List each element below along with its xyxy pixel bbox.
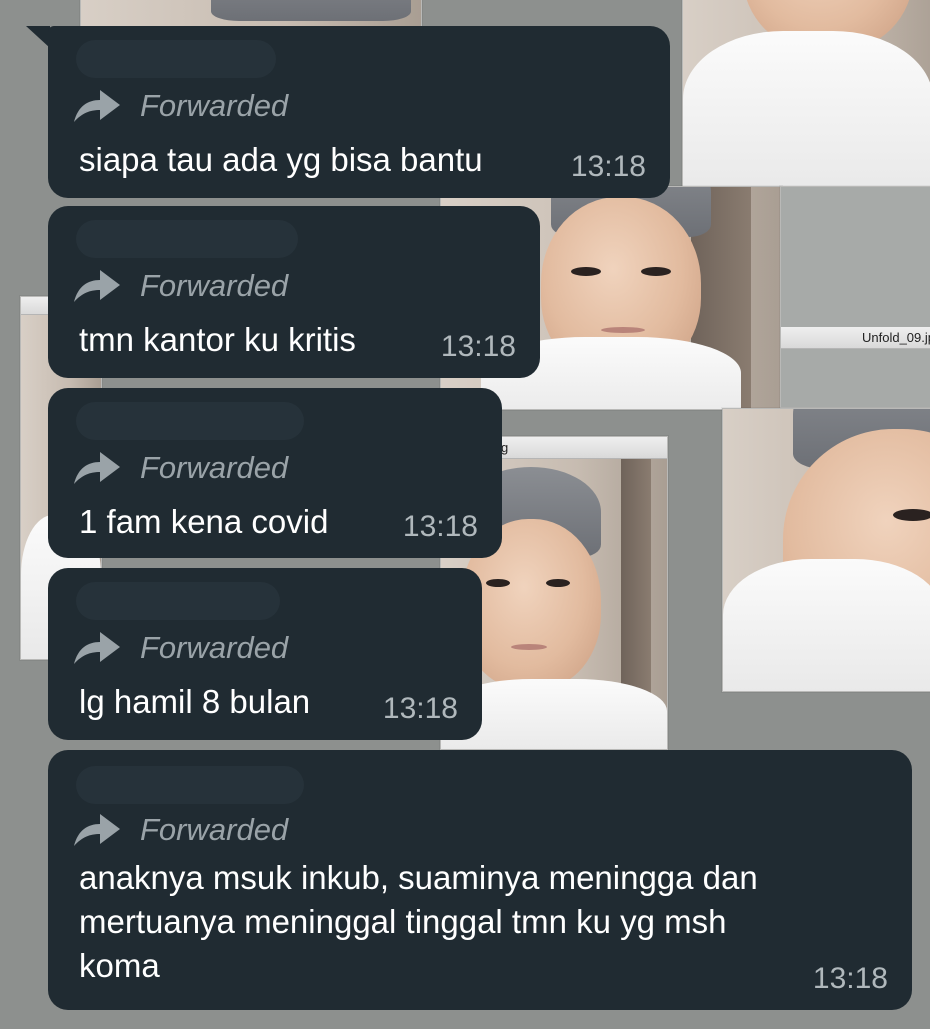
wallpaper-photo-top-right <box>682 0 930 188</box>
message-time: 13:18 <box>440 330 516 363</box>
message-time: 13:18 <box>402 510 478 543</box>
redacted-sender-name <box>76 220 298 258</box>
redacted-sender-name <box>76 582 280 620</box>
forwarded-text: Forwarded <box>140 450 289 485</box>
forwarded-label: Forwarded <box>72 812 288 848</box>
forward-arrow-icon <box>74 90 120 122</box>
forwarded-text: Forwarded <box>140 88 289 123</box>
window-title: Unfold_09.jp <box>862 330 930 345</box>
message-text: 1 fam kena covid <box>79 503 329 540</box>
forward-arrow-icon <box>74 632 120 664</box>
message-time: 13:18 <box>570 150 646 183</box>
message-time: 13:18 <box>812 962 888 995</box>
message-bubble[interactable]: Forwarded lg hamil 8 bulan 13:18 <box>48 568 482 740</box>
redacted-sender-name <box>76 40 276 78</box>
message-text: anaknya msuk inkub, suaminya meningga da… <box>79 859 758 984</box>
message-text: lg hamil 8 bulan <box>79 683 311 720</box>
forwarded-label: Forwarded <box>72 268 288 304</box>
forwarded-label: Forwarded <box>72 450 288 486</box>
forward-arrow-icon <box>74 452 120 484</box>
forwarded-label: Forwarded <box>72 630 288 666</box>
window-title: g <box>501 440 509 455</box>
wallpaper-photo-window-right: Unfold_09.jp <box>780 186 930 408</box>
wallpaper-photo-large-right <box>722 408 930 692</box>
message-bubble[interactable]: Forwarded siapa tau ada yg bisa bantu 13… <box>48 26 670 198</box>
message-bubble[interactable]: Forwarded 1 fam kena covid 13:18 <box>48 388 502 558</box>
forwarded-text: Forwarded <box>140 268 289 303</box>
forward-arrow-icon <box>74 270 120 302</box>
message-bubble[interactable]: Forwarded tmn kantor ku kritis 13:18 <box>48 206 540 378</box>
forwarded-label: Forwarded <box>72 88 288 124</box>
message-text: siapa tau ada yg bisa bantu <box>79 141 483 178</box>
redacted-sender-name <box>76 766 304 804</box>
message-time: 13:18 <box>382 692 458 725</box>
message-bubble[interactable]: Forwarded anaknya msuk inkub, suaminya m… <box>48 750 912 1010</box>
forwarded-text: Forwarded <box>140 630 289 665</box>
bubble-tail <box>26 26 50 48</box>
forward-arrow-icon <box>74 814 120 846</box>
redacted-sender-name <box>76 402 304 440</box>
message-text: tmn kantor ku kritis <box>79 321 356 358</box>
forwarded-text: Forwarded <box>140 812 289 847</box>
